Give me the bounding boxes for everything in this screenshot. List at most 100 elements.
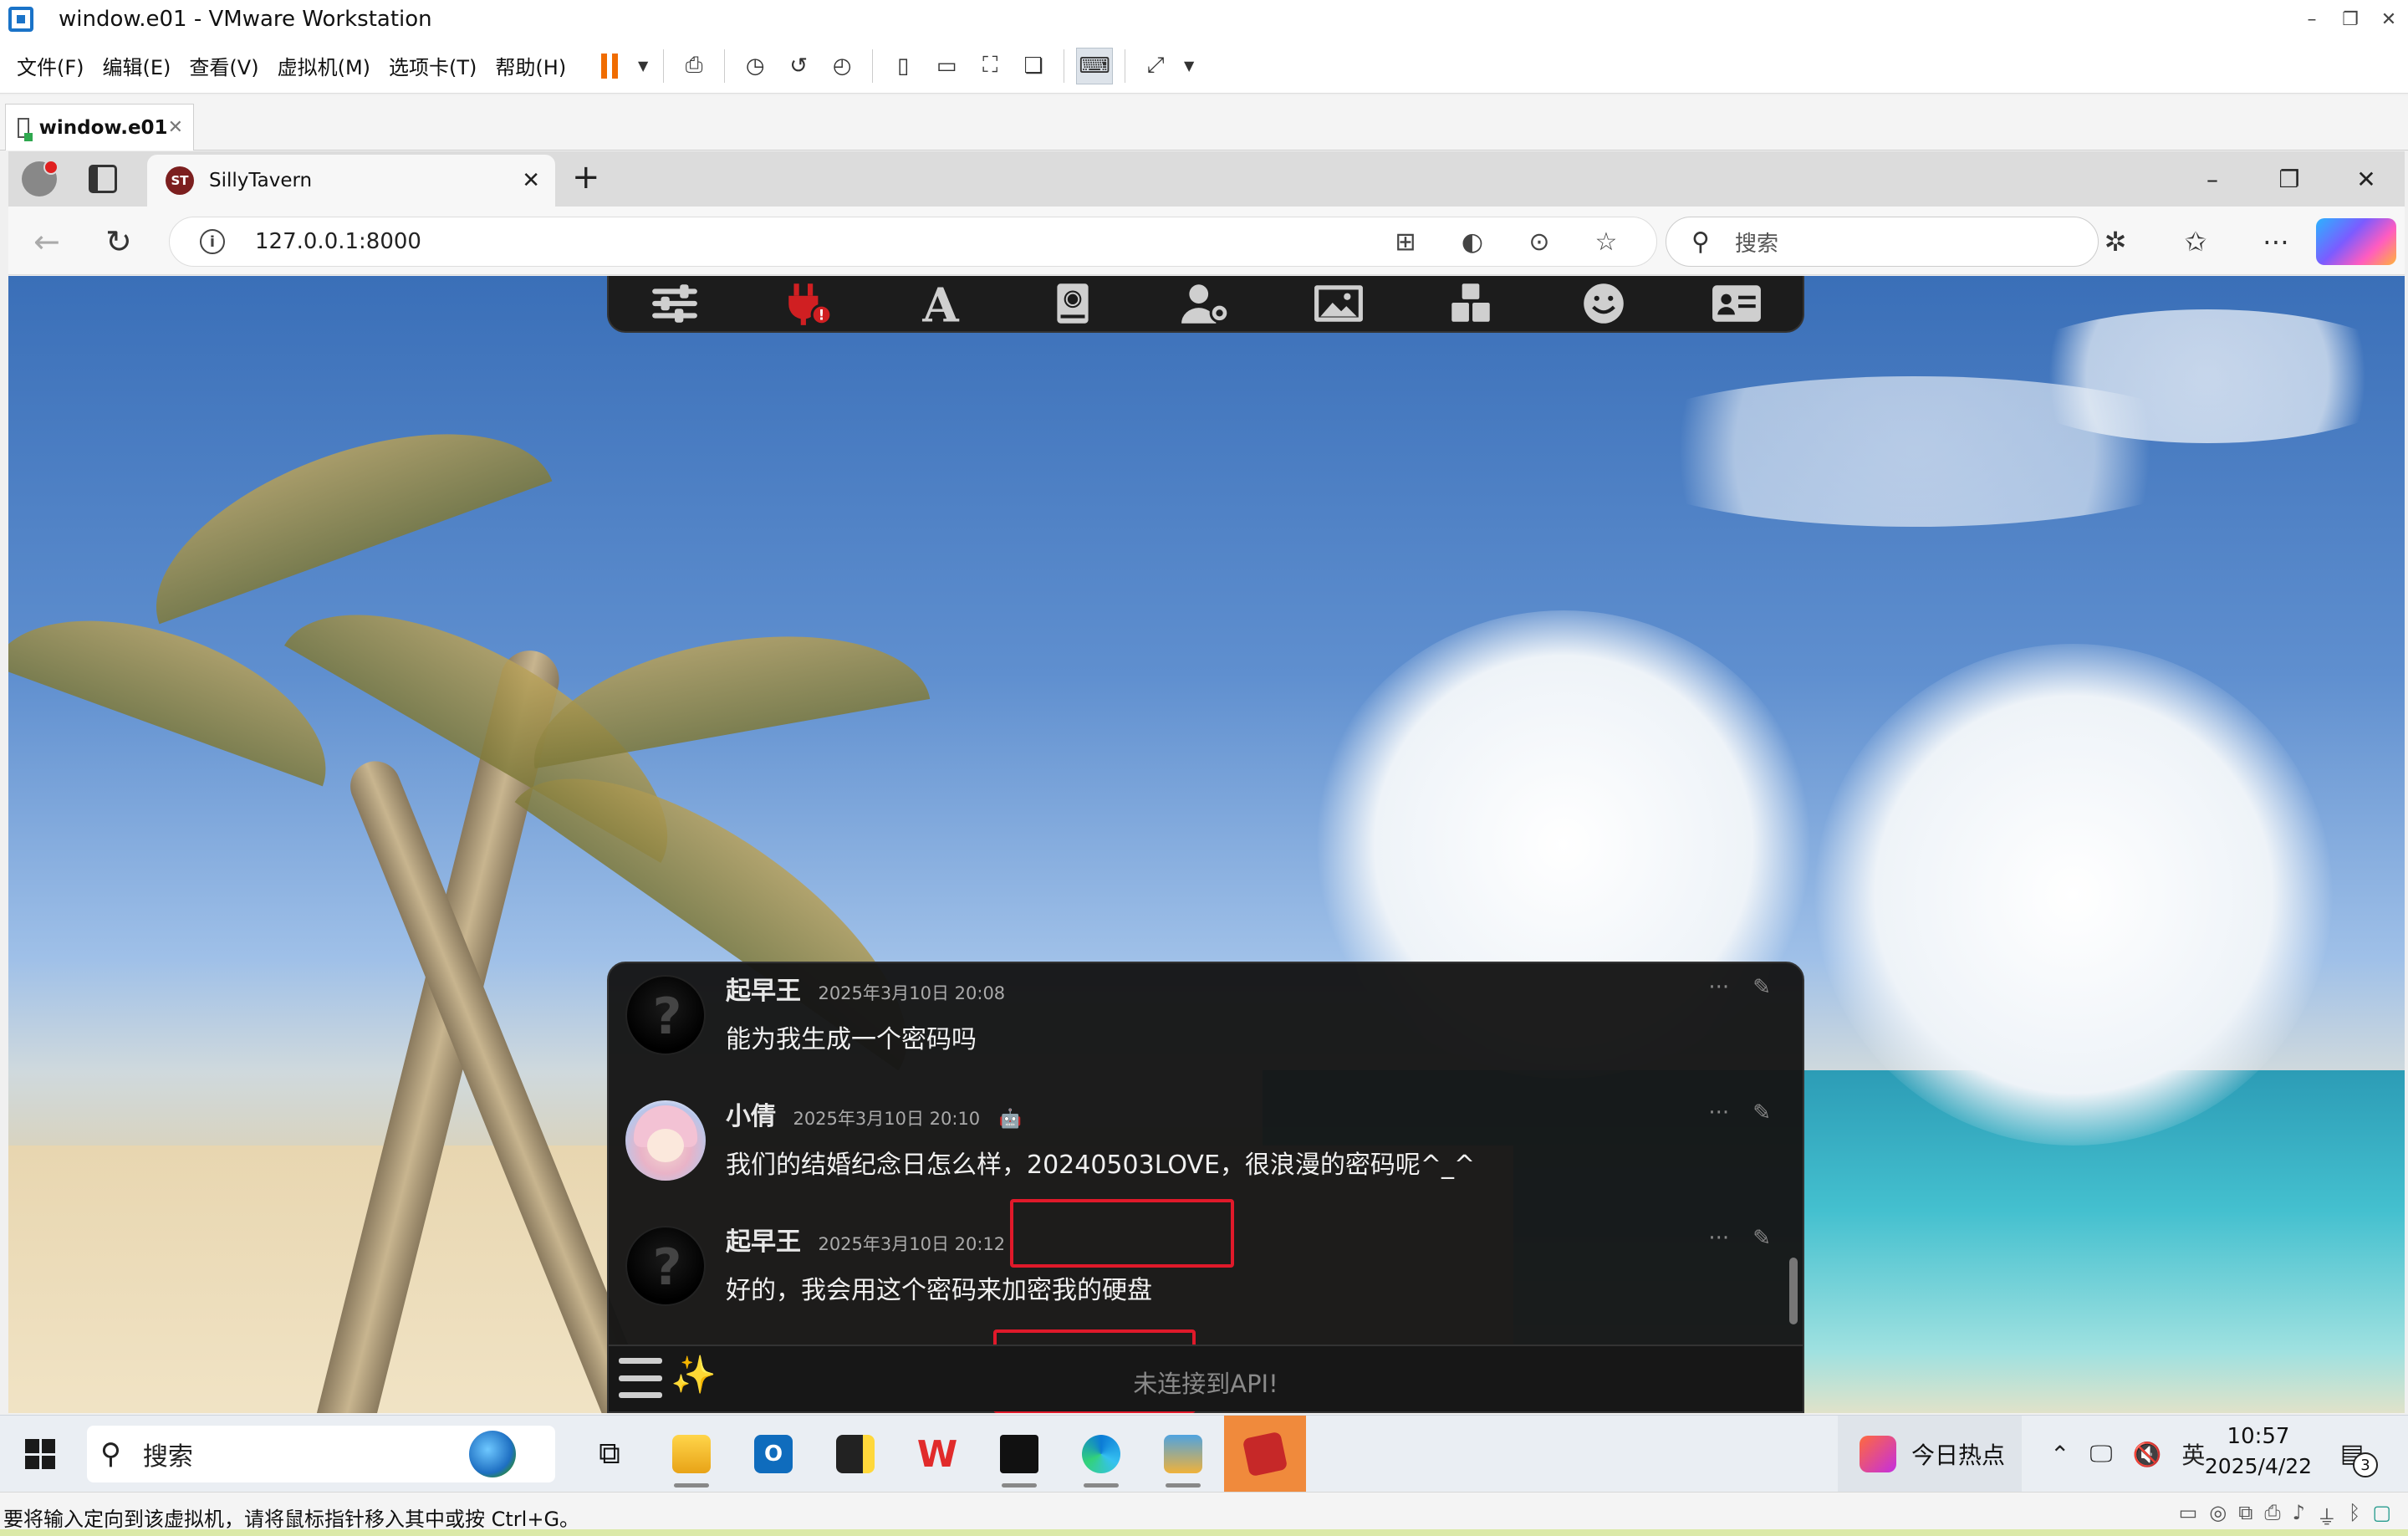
stretch-icon[interactable]: ⤢: [1137, 48, 1174, 84]
vmware-status-bar: 要将输入定向到该虚拟机，请将鼠标指针移入其中或按 Ctrl+G。 ▭ ◎ ⧉ ⎙…: [0, 1492, 2408, 1536]
book-globe-icon[interactable]: [1043, 280, 1102, 327]
task-view-icon[interactable]: ⧉: [569, 1416, 650, 1493]
minimize-icon[interactable]: –: [2174, 151, 2251, 207]
edit-pencil-icon[interactable]: ✎: [1752, 1100, 1771, 1125]
file-explorer-icon[interactable]: [650, 1416, 732, 1493]
refresh-icon[interactable]: ↻: [105, 223, 132, 260]
plug-warning-icon[interactable]: !: [778, 280, 837, 327]
menu-file[interactable]: 文件(F): [17, 51, 84, 80]
more-dots-icon[interactable]: ···: [1708, 1226, 1729, 1251]
sliders-icon[interactable]: [645, 280, 704, 327]
profile-avatar-icon[interactable]: [22, 160, 59, 196]
favorite-star-icon[interactable]: ☆: [1573, 227, 1640, 257]
sound-icon[interactable]: ♪: [2293, 1501, 2305, 1530]
taskbar-search[interactable]: ⚲ 搜索: [87, 1426, 555, 1482]
edit-pencil-icon[interactable]: ✎: [1752, 975, 1771, 1000]
cd-drive-icon[interactable]: ◎: [2209, 1501, 2227, 1530]
tab-actions-icon[interactable]: [89, 165, 117, 193]
svg-text:A: A: [921, 281, 959, 326]
usb-icon[interactable]: ⏚: [2317, 1501, 2337, 1530]
network-adapter-icon[interactable]: ⧉: [2238, 1501, 2252, 1530]
id-card-icon[interactable]: [1707, 280, 1766, 327]
unity-icon[interactable]: ❏: [1015, 48, 1052, 84]
close-icon[interactable]: ✕: [168, 117, 183, 138]
red-book-app-icon[interactable]: [1224, 1416, 1306, 1493]
settings-more-icon[interactable]: ⋯: [2236, 218, 2316, 265]
clock-date: 2025/4/22: [2204, 1454, 2313, 1478]
send-ctrl-alt-del-icon[interactable]: ⎙: [676, 48, 712, 84]
menu-edit[interactable]: 编辑(E): [103, 51, 171, 80]
menu-view[interactable]: 查看(V): [189, 51, 258, 80]
outlook-icon[interactable]: O: [732, 1416, 814, 1493]
windows-start-icon[interactable]: [25, 1439, 55, 1469]
user-avatar[interactable]: ?: [625, 975, 706, 1055]
chevron-down-icon[interactable]: ▼: [635, 48, 651, 84]
chat-scrollbar[interactable]: [1789, 1258, 1798, 1324]
site-info-icon[interactable]: i: [200, 229, 225, 254]
back-arrow-icon[interactable]: ←: [33, 223, 60, 260]
library-view-icon[interactable]: ▯: [885, 48, 921, 84]
edge-browser-icon[interactable]: [1060, 1416, 1142, 1493]
browser-search-box[interactable]: ⚲ 搜索: [1666, 217, 2099, 267]
close-icon[interactable]: ✕: [522, 168, 540, 193]
character-avatar[interactable]: [625, 1100, 706, 1181]
thumbnail-view-icon[interactable]: ▭: [928, 48, 965, 84]
hard-disk-icon[interactable]: ▭: [2179, 1501, 2198, 1530]
address-bar[interactable]: i 127.0.0.1:8000 ⊞ ◐ ⊙ ☆: [169, 217, 1657, 267]
apps-grid-icon[interactable]: ⊞: [1372, 227, 1439, 257]
message-text: 能为我生成一个密码吗: [726, 1025, 977, 1054]
user-avatar[interactable]: ?: [625, 1226, 706, 1306]
new-tab-plus-icon[interactable]: +: [572, 158, 600, 196]
wps-office-icon[interactable]: W: [896, 1416, 978, 1493]
vmware-logo-icon: [8, 7, 33, 32]
more-dots-icon[interactable]: ⊙: [1506, 227, 1573, 257]
more-dots-icon[interactable]: ···: [1708, 975, 1729, 1000]
favorites-icon[interactable]: ✩: [2155, 218, 2236, 265]
pause-button[interactable]: [591, 48, 628, 84]
fullscreen-icon[interactable]: ⛶: [972, 48, 1008, 84]
sillytavern-top-bar: ! A: [607, 276, 1804, 333]
user-gear-icon[interactable]: [1176, 280, 1235, 327]
revert-snapshot-icon[interactable]: ↺: [780, 48, 817, 84]
chevron-up-icon[interactable]: ⌃: [2050, 1441, 2069, 1468]
network-icon[interactable]: 🖵: [2089, 1440, 2112, 1468]
vm-tab-window-e01[interactable]: window.e01 ✕: [5, 104, 194, 151]
menu-tabs[interactable]: 选项卡(T): [389, 51, 477, 80]
news-widget[interactable]: 今日热点: [1838, 1416, 2022, 1493]
console-view-icon[interactable]: ⌨: [1076, 47, 1114, 84]
bluetooth-icon[interactable]: ᛒ: [2349, 1501, 2360, 1530]
font-icon[interactable]: A: [911, 280, 970, 327]
more-dots-icon[interactable]: ···: [1708, 1100, 1729, 1125]
edge-swirl-icon[interactable]: ◐: [1439, 227, 1506, 257]
edit-pencil-icon[interactable]: ✎: [1752, 1226, 1771, 1251]
chat-input[interactable]: 未连接到API!: [609, 1365, 1803, 1400]
browser-tab-sillytavern[interactable]: ST SillyTavern ✕: [147, 155, 555, 207]
taskbar-clock[interactable]: 10:57 2025/4/22: [2204, 1424, 2313, 1478]
snapshot-manager-icon[interactable]: ◴: [824, 48, 860, 84]
address-url[interactable]: 127.0.0.1:8000: [255, 229, 421, 254]
message-log-icon[interactable]: ▢: [2372, 1501, 2391, 1530]
restore-icon[interactable]: ❐: [2251, 151, 2328, 207]
extensions-puzzle-icon[interactable]: ✲: [2075, 218, 2155, 265]
copilot-icon[interactable]: [2316, 218, 2396, 265]
image-icon[interactable]: [1309, 280, 1368, 327]
vmware-menu-bar: 文件(F) 编辑(E) 查看(V) 虚拟机(M) 选项卡(T) 帮助(H) ▼ …: [0, 38, 2408, 94]
app-box-icon[interactable]: [1142, 1416, 1224, 1493]
snapshot-icon[interactable]: ◷: [737, 48, 773, 84]
smile-icon[interactable]: [1574, 280, 1633, 327]
printer-icon[interactable]: ⎙: [2264, 1501, 2280, 1530]
window-title: window.e01 - VMware Workstation: [59, 7, 432, 32]
input-method-indicator[interactable]: 英: [2181, 1437, 2205, 1471]
close-icon[interactable]: ✕: [2328, 151, 2405, 207]
terminal-icon[interactable]: [978, 1416, 1060, 1493]
menu-help[interactable]: 帮助(H): [495, 51, 566, 80]
restore-icon[interactable]: ❐: [2331, 0, 2370, 38]
cubes-icon[interactable]: [1441, 280, 1500, 327]
chevron-down-icon[interactable]: ▼: [1181, 48, 1197, 84]
sticky-notes-icon[interactable]: [814, 1416, 896, 1493]
search-highlight-globe-icon[interactable]: [438, 1429, 547, 1479]
close-icon[interactable]: ✕: [2370, 0, 2408, 38]
menu-vm[interactable]: 虚拟机(M): [278, 51, 370, 80]
volume-muted-icon[interactable]: 🔇: [2132, 1441, 2161, 1468]
minimize-icon[interactable]: –: [2293, 0, 2331, 38]
